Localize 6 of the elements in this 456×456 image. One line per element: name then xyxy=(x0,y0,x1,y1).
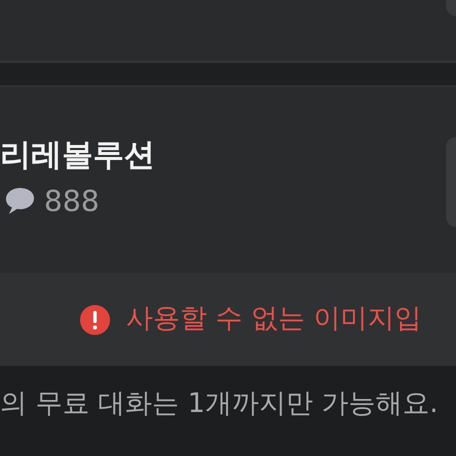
comment-icon xyxy=(4,186,36,216)
notice-text: 의 무료 대화는 1개까지만 가능해요. xyxy=(0,387,440,421)
error-message: 사용할 수 없는 이미지입 xyxy=(126,302,422,336)
post-title: 리레볼루션 xyxy=(0,137,156,174)
comment-count: 888 xyxy=(44,186,100,216)
error-icon xyxy=(80,304,110,334)
